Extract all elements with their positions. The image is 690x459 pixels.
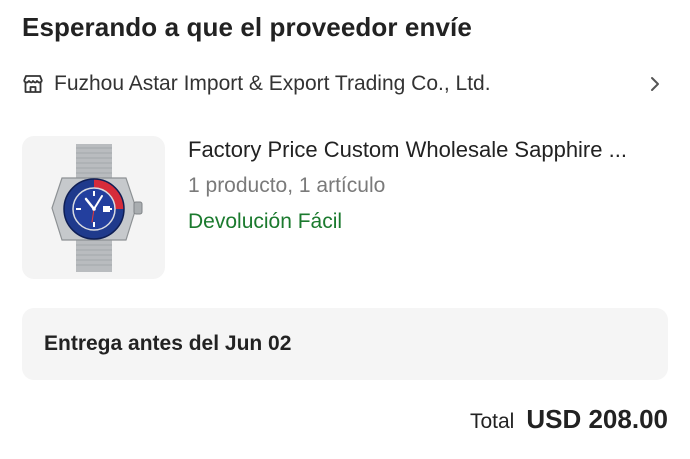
product-quantity: 1 producto, 1 artículo [188,174,386,197]
supplier-name[interactable]: Fuzhou Astar Import & Export Trading Co.… [54,72,648,96]
order-total: Total USD 208.00 [470,404,668,435]
return-policy-label: Devolución Fácil [188,210,343,233]
product-title[interactable]: Factory Price Custom Wholesale Sapphire … [188,134,658,166]
chevron-right-icon[interactable] [648,75,662,93]
watch-image [51,144,143,272]
delivery-estimate-box: Entrega antes del Jun 02 [22,308,668,380]
product-info[interactable]: Factory Price Custom Wholesale Sapphire … [188,134,668,238]
delivery-estimate-text: Entrega antes del Jun 02 [44,332,292,355]
order-status-title: Esperando a que el proveedor envíe [22,12,472,42]
store-icon [22,73,44,95]
supplier-row[interactable]: Fuzhou Astar Import & Export Trading Co.… [22,66,668,102]
product-thumbnail[interactable] [22,136,165,279]
total-label: Total [469,410,515,433]
total-value: USD 208.00 [526,404,668,434]
